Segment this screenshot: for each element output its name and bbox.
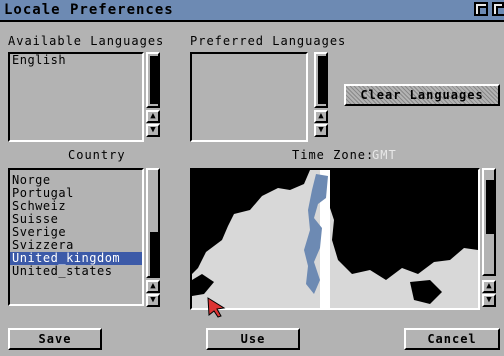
country-label: Country	[68, 148, 126, 162]
time-zone-label: Time Zone:	[292, 148, 375, 162]
list-item[interactable]: English	[10, 54, 142, 67]
scroll-up-icon[interactable]: ▲	[146, 280, 160, 293]
world-map-icon	[192, 170, 478, 308]
scroll-down-icon[interactable]: ▼	[146, 294, 160, 307]
scroll-down-icon[interactable]: ▼	[146, 124, 160, 137]
scroll-up-icon[interactable]: ▲	[314, 110, 328, 123]
preferred-languages-list[interactable]	[190, 52, 308, 142]
time-zone-value: GMT	[372, 148, 397, 162]
list-item[interactable]: United_states	[10, 265, 142, 278]
preferred-languages-label: Preferred Languages	[190, 34, 347, 48]
scroll-knob[interactable]	[318, 56, 326, 104]
scroll-knob[interactable]	[150, 232, 158, 276]
preferred-scrollbar[interactable]	[314, 52, 328, 108]
depth-gadget-icon[interactable]	[492, 2, 504, 16]
scroll-down-icon[interactable]: ▼	[314, 124, 328, 137]
cancel-button[interactable]: Cancel	[404, 328, 500, 350]
mouse-pointer-icon	[206, 296, 228, 318]
available-languages-list[interactable]: English	[8, 52, 144, 142]
country-list[interactable]: Norge Portugal Schweiz Suisse Sverige Sv…	[8, 168, 144, 306]
clear-languages-button[interactable]: Clear Languages	[344, 84, 500, 106]
zoom-gadget-icon[interactable]	[474, 2, 488, 16]
scroll-down-icon[interactable]: ▼	[482, 294, 496, 307]
scroll-knob[interactable]	[486, 180, 494, 234]
available-scrollbar[interactable]	[146, 52, 160, 108]
available-languages-label: Available Languages	[8, 34, 165, 48]
map-scrollbar[interactable]	[482, 168, 496, 276]
use-button[interactable]: Use	[206, 328, 300, 350]
window-title: Locale Preferences	[4, 2, 174, 18]
scroll-up-icon[interactable]: ▲	[146, 110, 160, 123]
save-button[interactable]: Save	[8, 328, 102, 350]
world-map[interactable]	[190, 168, 480, 310]
country-scrollbar[interactable]	[146, 168, 160, 278]
scroll-up-icon[interactable]: ▲	[482, 280, 496, 293]
scroll-knob[interactable]	[150, 56, 158, 104]
